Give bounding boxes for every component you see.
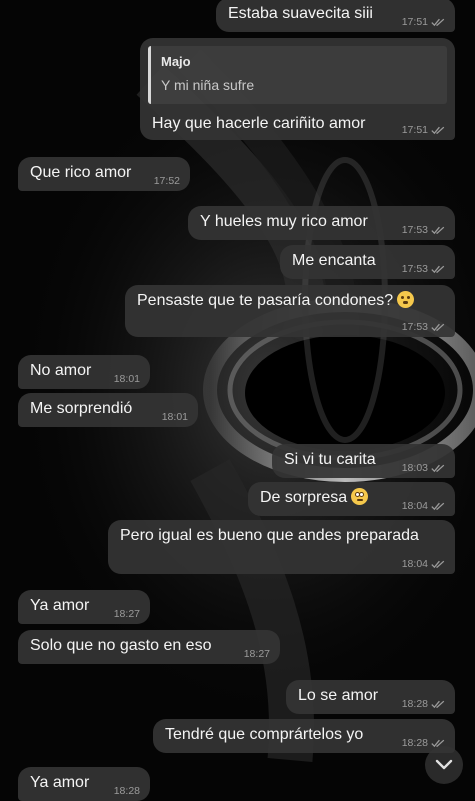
message-meta: 18:27 xyxy=(244,648,270,660)
message-text: No amor xyxy=(30,362,92,379)
message-text: Si vi tu carita xyxy=(284,451,376,468)
message-meta: 17:53 xyxy=(402,224,445,236)
message-text: Lo se amor xyxy=(298,687,379,704)
message-time: 18:01 xyxy=(113,373,140,385)
message-text: Y hueles muy rico amor xyxy=(200,213,368,230)
message-meta: 17:53 xyxy=(402,263,445,275)
message-time: 18:28 xyxy=(401,698,428,710)
message-time: 18:28 xyxy=(113,785,140,797)
double-check-icon xyxy=(431,502,445,510)
message-text: Me encanta xyxy=(292,252,376,269)
outgoing-message-bubble[interactable]: Estaba suavecita siii 17:51 xyxy=(216,0,455,32)
shushing-face-emoji xyxy=(397,291,415,308)
message-text: De sorpresa xyxy=(260,488,369,508)
message-meta: 18:28 xyxy=(402,737,445,749)
outgoing-message-bubble[interactable]: Pensaste que te pasaría condones? 17:53 xyxy=(125,285,455,337)
message-time: 18:28 xyxy=(401,737,428,749)
outgoing-message-bubble[interactable]: Tendré que comprártelos yo 18:28 xyxy=(153,719,455,753)
rolling-eyes-face-emoji xyxy=(351,488,369,505)
message-meta: 18:01 xyxy=(162,411,188,423)
message-meta: 18:04 xyxy=(402,558,445,570)
message-time: 17:51 xyxy=(401,124,428,136)
message-meta: 17:51 xyxy=(402,16,445,28)
message-meta: 18:03 xyxy=(402,462,445,474)
outgoing-message-bubble[interactable]: Lo se amor 18:28 xyxy=(286,680,455,714)
outgoing-message-bubble[interactable]: De sorpresa 18:04 xyxy=(248,482,455,516)
message-meta: 18:27 xyxy=(114,608,140,620)
incoming-message-bubble[interactable]: Me sorprendió 18:01 xyxy=(18,393,198,427)
message-text: Me sorprendió xyxy=(30,400,133,417)
double-check-icon xyxy=(431,323,445,331)
message-meta: 17:51 xyxy=(402,124,445,136)
message-time: 17:53 xyxy=(401,263,428,275)
outgoing-message-bubble[interactable]: Si vi tu carita 18:03 xyxy=(272,444,455,478)
outgoing-message-bubble[interactable]: Y hueles muy rico amor 17:53 xyxy=(188,206,455,240)
chat-message-list[interactable]: Estaba suavecita siii 17:51 Majo Y mi niña … xyxy=(0,0,475,801)
message-time: 17:53 xyxy=(401,321,428,333)
message-time: 18:27 xyxy=(113,608,140,620)
incoming-message-bubble[interactable]: Que rico amor 17:52 xyxy=(18,157,190,191)
message-text: Ya amor xyxy=(30,774,90,791)
double-check-icon xyxy=(431,464,445,472)
message-meta: 17:52 xyxy=(154,175,180,187)
message-meta: 18:04 xyxy=(402,500,445,512)
message-text: Estaba suavecita siii xyxy=(228,5,373,22)
outgoing-message-bubble[interactable]: Me encanta 17:53 xyxy=(280,245,455,279)
message-text: Pensaste que te pasaría condones? xyxy=(137,291,415,311)
double-check-icon xyxy=(431,226,445,234)
message-time: 17:51 xyxy=(401,16,428,28)
message-text: Que rico amor xyxy=(30,164,132,181)
message-text: Tendré que comprártelos yo xyxy=(165,726,364,743)
reply-quote[interactable]: Majo Y mi niña sufre xyxy=(148,46,447,104)
reply-author-name: Majo xyxy=(161,54,191,69)
message-meta: 18:01 xyxy=(114,373,140,385)
message-time: 17:52 xyxy=(153,175,180,187)
double-check-icon xyxy=(431,126,445,134)
message-text: Solo que no gasto en eso xyxy=(30,637,212,654)
message-text: Pero igual es bueno que andes preparada xyxy=(120,527,419,544)
incoming-message-bubble[interactable]: Ya amor 18:27 xyxy=(18,590,150,624)
message-time: 18:04 xyxy=(401,500,428,512)
incoming-message-bubble[interactable]: Solo que no gasto en eso 18:27 xyxy=(18,630,280,664)
message-text: Hay que hacerle cariñito amor xyxy=(152,115,366,132)
double-check-icon xyxy=(431,739,445,747)
message-text: Ya amor xyxy=(30,597,90,614)
message-time: 18:03 xyxy=(401,462,428,474)
message-time: 17:53 xyxy=(401,224,428,236)
double-check-icon xyxy=(431,560,445,568)
reply-quoted-text: Y mi niña sufre xyxy=(161,77,255,93)
outgoing-message-bubble[interactable]: Pero igual es bueno que andes preparada 1… xyxy=(108,520,455,574)
double-check-icon xyxy=(431,18,445,26)
message-time: 18:27 xyxy=(243,648,270,660)
message-meta: 18:28 xyxy=(402,698,445,710)
double-check-icon xyxy=(431,265,445,273)
message-meta: 17:53 xyxy=(402,321,445,333)
message-time: 18:04 xyxy=(401,558,428,570)
incoming-message-bubble[interactable]: Ya amor 18:28 xyxy=(18,767,150,801)
double-check-icon xyxy=(431,700,445,708)
outgoing-message-bubble[interactable]: Majo Y mi niña sufre Hay que hacerle cariñ… xyxy=(140,38,455,140)
message-time: 18:01 xyxy=(161,411,188,423)
incoming-message-bubble[interactable]: No amor 18:01 xyxy=(18,355,150,389)
message-meta: 18:28 xyxy=(114,785,140,797)
